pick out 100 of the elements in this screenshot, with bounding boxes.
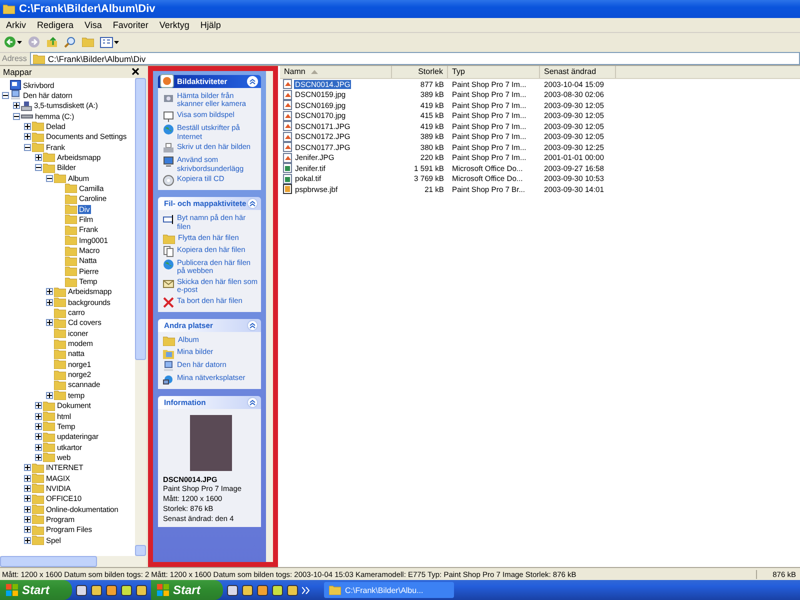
collapse-toggle[interactable] bbox=[46, 174, 53, 182]
menu-item[interactable]: Hjälp bbox=[200, 20, 221, 30]
close-button[interactable] bbox=[131, 67, 140, 76]
quick-launch-icon[interactable] bbox=[121, 584, 132, 596]
folder-icon bbox=[32, 483, 44, 494]
folder-icon bbox=[32, 494, 44, 504]
menu-item[interactable]: Arkiv bbox=[6, 20, 26, 30]
start-button[interactable]: Start bbox=[0, 580, 72, 600]
expand-toggle[interactable] bbox=[35, 422, 42, 430]
chevron-right-icon[interactable] bbox=[302, 586, 310, 594]
menu-item[interactable]: Verktyg bbox=[159, 20, 190, 30]
column-header[interactable]: Storlek bbox=[392, 66, 448, 78]
expand-toggle[interactable] bbox=[46, 288, 53, 296]
expand-toggle[interactable] bbox=[13, 102, 20, 110]
computer-icon bbox=[163, 360, 174, 372]
printer-icon bbox=[163, 143, 174, 154]
pictures-folder-icon bbox=[163, 348, 174, 359]
collapse-toggle[interactable] bbox=[35, 164, 42, 172]
expand-toggle[interactable] bbox=[24, 495, 31, 502]
folder-icon bbox=[65, 235, 77, 246]
collapse-toggle[interactable] bbox=[2, 92, 9, 99]
expand-toggle[interactable] bbox=[24, 516, 31, 523]
globe-icon bbox=[163, 258, 174, 270]
menu-item[interactable]: Redigera bbox=[37, 20, 74, 30]
quick-launch-icon[interactable] bbox=[106, 584, 117, 596]
close-icon bbox=[132, 68, 139, 76]
menu-item[interactable]: Visa bbox=[84, 20, 102, 30]
quick-launch-icon[interactable] bbox=[91, 584, 102, 596]
views-button[interactable] bbox=[100, 34, 119, 50]
quick-launch-icon[interactable] bbox=[242, 584, 253, 596]
expand-toggle[interactable] bbox=[24, 474, 31, 482]
expand-toggle[interactable] bbox=[35, 412, 42, 420]
quick-launch-icon[interactable] bbox=[136, 584, 147, 596]
folder-icon bbox=[65, 246, 77, 256]
rename-icon bbox=[163, 214, 174, 226]
windows-logo-icon bbox=[6, 584, 18, 596]
folder-icon bbox=[163, 234, 175, 244]
horizontal-scrollbar[interactable] bbox=[0, 556, 146, 568]
expand-toggle[interactable] bbox=[46, 392, 53, 399]
expand-toggle[interactable] bbox=[24, 506, 31, 513]
image-file-icon bbox=[283, 79, 293, 90]
expand-toggle[interactable] bbox=[24, 464, 31, 472]
column-header[interactable]: Typ bbox=[448, 66, 540, 78]
quick-launch-icon[interactable] bbox=[76, 584, 87, 596]
folder-icon bbox=[65, 256, 77, 266]
menu-item[interactable]: Favoriter bbox=[112, 20, 148, 30]
expand-toggle[interactable] bbox=[24, 484, 31, 492]
expand-toggle[interactable] bbox=[35, 433, 42, 440]
screen-icon bbox=[163, 111, 174, 122]
image-file-icon bbox=[283, 110, 293, 121]
expand-toggle[interactable] bbox=[35, 444, 42, 451]
expand-toggle[interactable] bbox=[46, 298, 53, 306]
copy-icon bbox=[163, 246, 174, 257]
expand-toggle[interactable] bbox=[24, 122, 31, 130]
taskbar-window-button[interactable]: C:\Frank\Bilder\Albu... bbox=[324, 582, 454, 598]
back-button[interactable] bbox=[4, 34, 22, 50]
folder-icon bbox=[32, 504, 44, 514]
folder-icon bbox=[54, 370, 66, 380]
collapse-button[interactable] bbox=[247, 198, 258, 210]
folder-icon bbox=[65, 204, 77, 214]
address-field[interactable]: C:\Frank\Bilder\Album\Div bbox=[30, 52, 800, 66]
folder-icon bbox=[32, 535, 44, 546]
search-button[interactable] bbox=[64, 34, 76, 50]
folder-icon bbox=[329, 585, 341, 595]
quick-launch-icon[interactable] bbox=[227, 584, 238, 596]
desktop-icon bbox=[10, 80, 21, 90]
folder-icon bbox=[32, 514, 44, 524]
column-header[interactable]: Senast ändrad bbox=[540, 66, 616, 78]
monitor-icon bbox=[163, 156, 174, 168]
vertical-scrollbar[interactable] bbox=[266, 70, 273, 562]
folder-icon bbox=[54, 380, 66, 390]
collapse-toggle[interactable] bbox=[24, 144, 31, 151]
folder-icon bbox=[54, 338, 66, 349]
collapse-button[interactable] bbox=[247, 320, 258, 331]
collapse-button[interactable] bbox=[247, 396, 258, 408]
vertical-scrollbar[interactable] bbox=[135, 78, 146, 556]
expand-toggle[interactable] bbox=[24, 536, 31, 544]
expand-toggle[interactable] bbox=[35, 402, 42, 410]
quick-launch-icon[interactable] bbox=[272, 584, 283, 596]
folder-icon bbox=[54, 286, 66, 297]
expand-toggle[interactable] bbox=[24, 133, 31, 140]
expand-toggle[interactable] bbox=[24, 526, 31, 534]
chevron-up-icon bbox=[249, 322, 256, 329]
collapse-toggle[interactable] bbox=[13, 112, 20, 120]
quick-launch-icon[interactable] bbox=[257, 584, 268, 596]
folder-icon bbox=[32, 142, 44, 152]
delete-icon bbox=[163, 296, 174, 308]
expand-toggle[interactable] bbox=[35, 154, 42, 161]
folder-icon bbox=[54, 308, 66, 318]
search-icon bbox=[64, 36, 76, 48]
envelope-icon bbox=[163, 278, 174, 289]
pictures-icon bbox=[160, 74, 174, 88]
expand-toggle[interactable] bbox=[35, 454, 42, 461]
folder-icon bbox=[65, 183, 77, 194]
folder-icon bbox=[65, 224, 77, 235]
expand-toggle[interactable] bbox=[46, 319, 53, 326]
start-button[interactable]: Start bbox=[151, 580, 223, 600]
column-header[interactable]: Namn bbox=[280, 66, 392, 78]
pane-title: Mappar bbox=[3, 66, 32, 77]
quick-launch-icon[interactable] bbox=[287, 584, 298, 596]
